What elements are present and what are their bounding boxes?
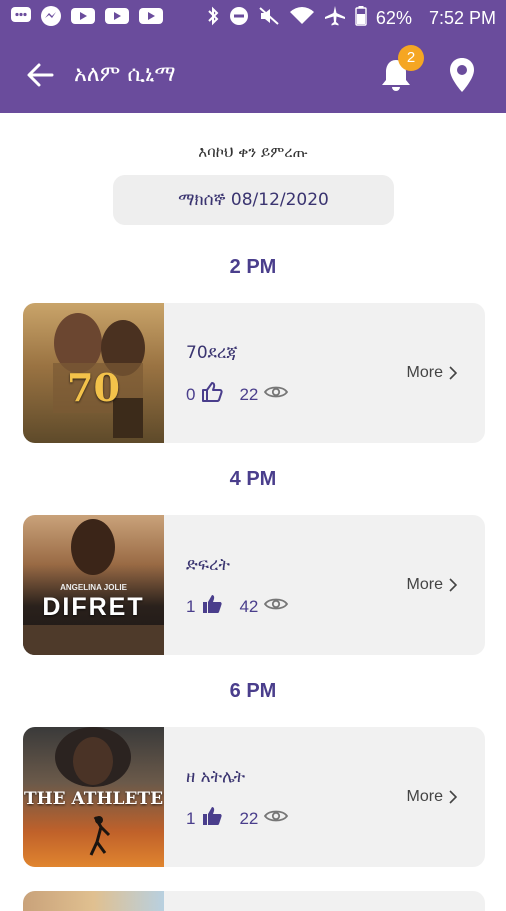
bluetooth-icon [206,6,220,31]
poster-title: DIFRET [42,593,145,621]
movie-title: ድፍረት [186,555,230,575]
movie-stats: 1 22 [186,805,289,832]
location-button[interactable] [442,55,482,95]
page-title: አለም ሲኒማ [74,62,176,87]
chat-icon [10,6,32,30]
movie-title: 70ደረጃ [186,343,238,363]
youtube-icon [138,7,164,29]
poster-credit: ANGELINA JOLIE [60,583,127,592]
poster-title: 70 [67,365,120,410]
chevron-right-icon [449,790,457,804]
battery-percent: 62% [375,7,412,28]
youtube-icon [70,7,96,29]
showtime-label: 6 PM [229,680,277,702]
thumbs-up-filled-icon[interactable] [201,593,223,620]
movie-card[interactable] [23,891,485,911]
more-label: More [406,576,443,593]
back-button[interactable] [12,47,68,103]
views-count: 42 [239,596,259,616]
movie-card[interactable]: THE ATHLETE ዘ አትሌት 1 22 More [23,727,485,867]
eye-icon [264,808,289,829]
more-label: More [406,788,443,805]
likes-count: 1 [186,808,196,828]
notification-badge: 2 [398,44,424,71]
movie-title: ዘ አትሌት [186,767,246,787]
more-link[interactable]: More [407,364,457,382]
poster-title: THE ATHLETE [23,789,164,809]
mute-icon [258,6,280,31]
movie-card[interactable]: 70 70ደረጃ 0 22 More [23,303,485,443]
date-prompt: እባኮህ ቀን ይምረጡ [198,143,308,161]
showtimes-content: እባኮህ ቀን ይምረጡ ማክሰኞ 08/12/2020 2 PM 70 70ደ… [0,113,506,911]
wifi-icon [289,6,315,31]
arrow-back-icon [27,63,54,86]
more-link[interactable]: More [407,576,457,594]
views-count: 22 [239,808,259,828]
more-link[interactable]: More [407,788,457,806]
notifications-button[interactable]: 2 [376,44,424,95]
chevron-right-icon [449,366,457,380]
messenger-icon [40,5,62,31]
likes-count: 1 [186,596,196,616]
chevron-right-icon [449,578,457,592]
movie-stats: 0 22 [186,381,289,408]
status-bar: 62% 7:52 PM [0,0,506,36]
showtime-label: 2 PM [229,256,277,278]
likes-count: 0 [186,384,196,404]
movie-poster: 70 [23,303,164,443]
location-pin-icon [450,57,474,92]
movie-stats: 1 42 [186,593,289,620]
date-selector[interactable]: ማክሰኞ 08/12/2020 [113,175,394,225]
clock: 7:52 PM [428,7,496,28]
youtube-icon [104,7,130,29]
do-not-disturb-icon [229,6,249,31]
movie-poster [23,891,164,911]
eye-icon [264,384,289,405]
eye-icon [264,596,289,617]
battery-icon [355,5,367,31]
movie-poster: THE ATHLETE [23,727,164,867]
movie-poster: ANGELINA JOLIE DIFRET [23,515,164,655]
app-bar: አለም ሲኒማ 2 [0,36,506,113]
thumbs-up-outline-icon[interactable] [201,381,224,408]
showtime-label: 4 PM [229,468,277,490]
airplane-icon [324,5,346,32]
movie-card[interactable]: ANGELINA JOLIE DIFRET ድፍረት 1 42 More [23,515,485,655]
more-label: More [406,364,443,381]
thumbs-up-filled-icon[interactable] [201,805,223,832]
views-count: 22 [239,384,259,404]
